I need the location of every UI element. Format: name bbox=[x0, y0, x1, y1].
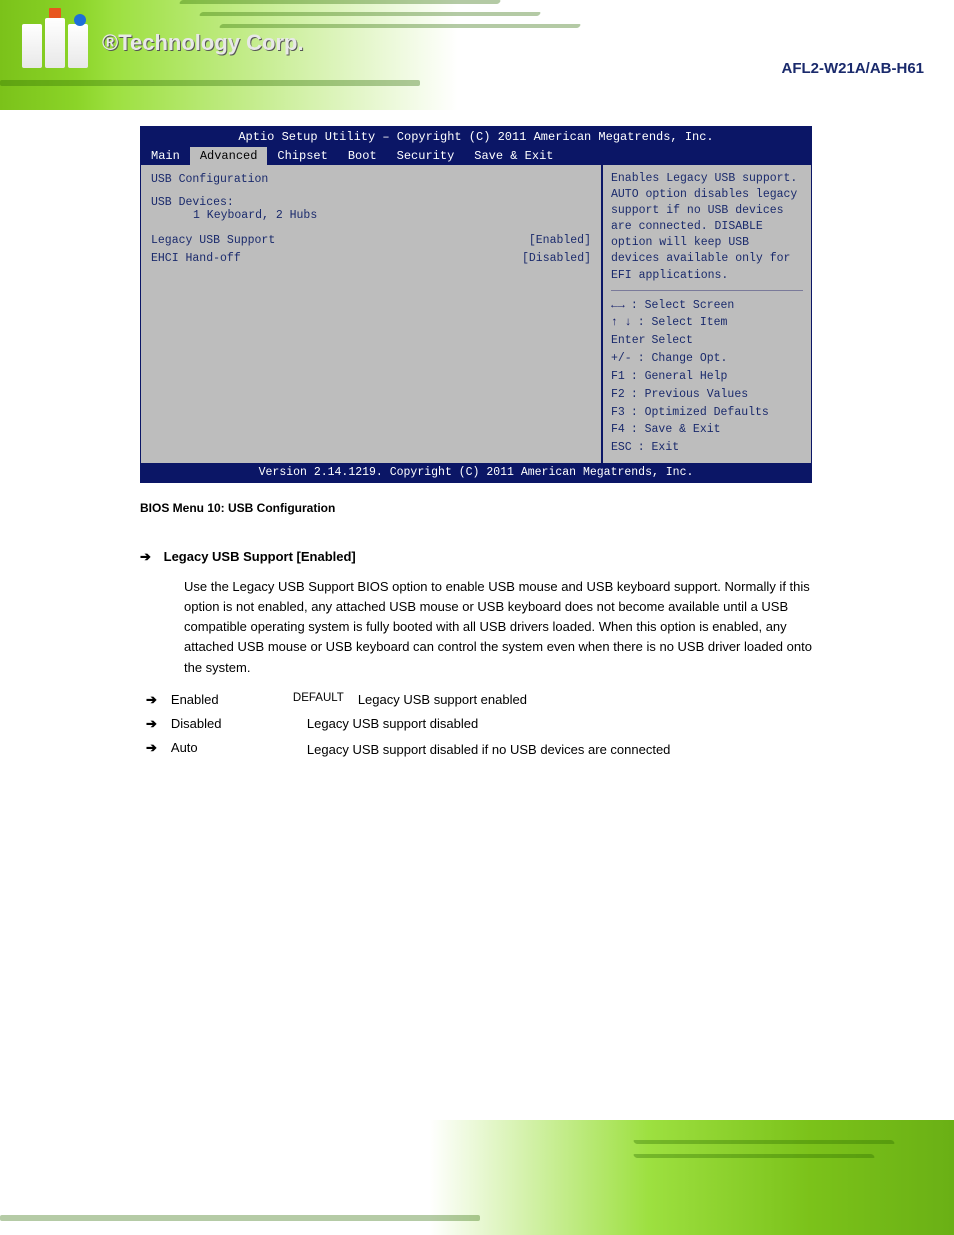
tab-advanced[interactable]: Advanced bbox=[190, 147, 268, 165]
option-legacy-usb[interactable]: Legacy USB Support [Enabled] bbox=[151, 232, 591, 250]
option-value-enabled: ➔ Enabled DEFAULT Legacy USB support ena… bbox=[146, 692, 812, 708]
iei-logo-icon bbox=[22, 18, 94, 68]
arrow-lr-icon: ←→ bbox=[611, 297, 625, 315]
bios-right-pane: Enables Legacy USB support. AUTO option … bbox=[603, 165, 811, 463]
figure-caption: BIOS Menu 10: USB Configuration bbox=[140, 501, 812, 515]
option-heading: Legacy USB Support [Enabled] bbox=[164, 549, 356, 564]
bios-screenshot: Aptio Setup Utility – Copyright (C) 2011… bbox=[140, 126, 812, 483]
brand-logo: ®Technology Corp. bbox=[22, 18, 304, 68]
arrow-ud-icon: ↑ ↓ bbox=[611, 314, 632, 332]
tab-security[interactable]: Security bbox=[387, 147, 465, 165]
bullet-arrow-icon: ➔ bbox=[146, 692, 157, 708]
usb-devices-value: 1 Keyboard, 2 Hubs bbox=[151, 209, 591, 222]
option-value-auto: ➔ Auto Legacy USB support disabled if no… bbox=[146, 740, 812, 761]
option-body: Use the Legacy USB Support BIOS option t… bbox=[184, 577, 812, 678]
usb-devices-label: USB Devices: bbox=[151, 196, 591, 209]
bullet-arrow-icon: ➔ bbox=[146, 716, 157, 732]
section-title: USB Configuration bbox=[151, 173, 591, 186]
tab-chipset[interactable]: Chipset bbox=[267, 147, 337, 165]
bios-footer: Version 2.14.1219. Copyright (C) 2011 Am… bbox=[141, 463, 811, 482]
bios-left-pane: USB Configuration USB Devices: 1 Keyboar… bbox=[141, 165, 603, 463]
option-description: Enables Legacy USB support. AUTO option … bbox=[611, 171, 803, 284]
document-title: AFL2-W21A/AB-H61 bbox=[781, 60, 924, 77]
option-value-disabled: ➔ Disabled Legacy USB support disabled bbox=[146, 716, 812, 732]
bullet-arrow-icon: ➔ bbox=[146, 740, 157, 756]
bios-tabbar: Main Advanced Chipset Boot Security Save… bbox=[141, 147, 811, 165]
tab-boot[interactable]: Boot bbox=[338, 147, 387, 165]
bullet-arrow-icon: ➔ bbox=[140, 549, 160, 565]
option-ehci-handoff[interactable]: EHCI Hand-off [Disabled] bbox=[151, 250, 591, 268]
brand-text: ®Technology Corp. bbox=[102, 30, 304, 56]
bios-header: Aptio Setup Utility – Copyright (C) 2011… bbox=[141, 127, 811, 147]
tab-saveexit[interactable]: Save & Exit bbox=[464, 147, 563, 165]
tab-main[interactable]: Main bbox=[141, 147, 190, 165]
